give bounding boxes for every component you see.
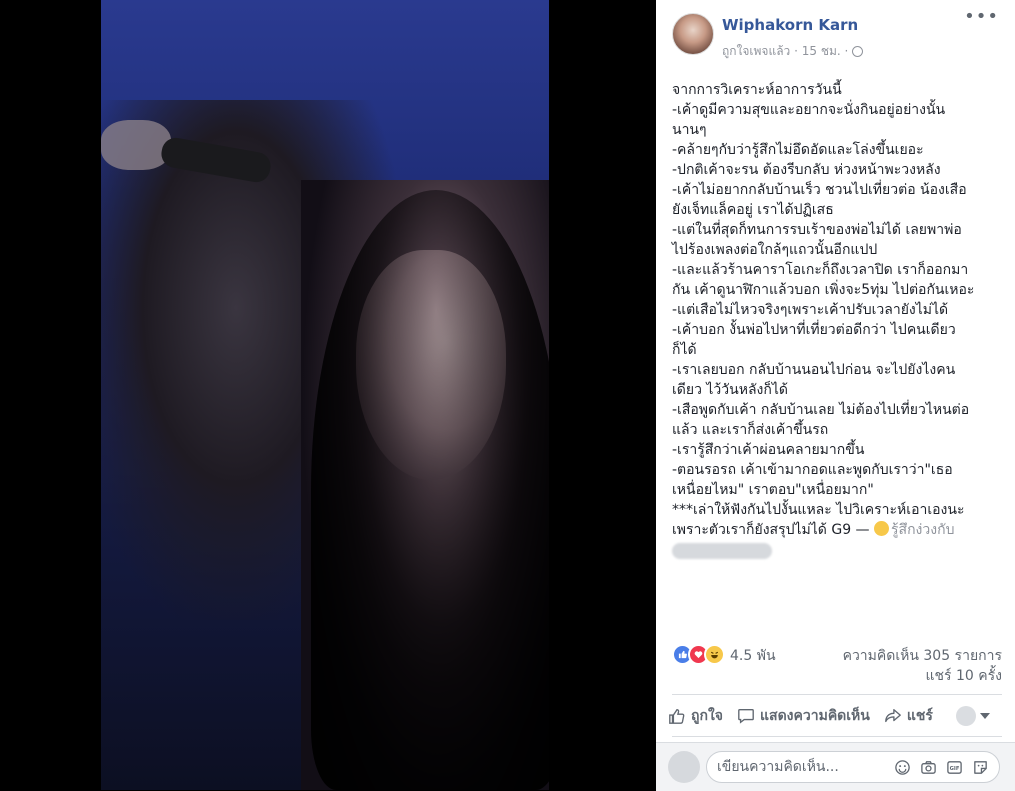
haha-reaction-icon: [704, 644, 725, 665]
comment-tools: GIF: [894, 759, 989, 776]
post-photo[interactable]: [101, 0, 549, 790]
comment-composer: เขียนความคิดเห็น... GIF: [656, 742, 1015, 791]
comment-placeholder: เขียนความคิดเห็น...: [717, 759, 839, 775]
author-avatar[interactable]: [672, 13, 714, 55]
reaction-profile-selector[interactable]: [956, 706, 990, 726]
share-count[interactable]: แชร์ 10 ครั้ง: [926, 665, 1002, 687]
photo-hair: [311, 190, 549, 790]
post-text-line: -เสือพูดกับเค้า กลับบ้านเลย ไม่ต้องไปเที…: [672, 402, 970, 418]
post-text-line: ยังเจ็ทแล็คอยู่ เราได้ปฏิเสธ: [672, 202, 834, 218]
post-text-line: กัน เค้าดูนาฬิกาแล้วบอก เพิ่งจะ5ทุ่ม ไปต…: [672, 282, 975, 298]
post-text-line: -เราเลยบอก กลับบ้านนอนไปก่อน จะไปยังไงคน: [672, 362, 956, 378]
post-text-line: จากการวิเคราะห์อาการวันนี้: [672, 82, 842, 98]
photo-viewer: [0, 0, 655, 790]
thumb-up-icon: [669, 709, 685, 724]
post-text-line: -แต่เสือไม่ไหวจริงๆเพราะเค้าปรับเวลายังไ…: [672, 302, 949, 318]
comment-count[interactable]: ความคิดเห็น 305 รายการ: [843, 645, 1002, 667]
post-text-line: -คล้ายๆกับว่ารู้สึกไม่อึดอัดและโล่งขึ้นเ…: [672, 142, 924, 158]
chevron-down-icon: [980, 713, 990, 719]
comment-button[interactable]: แสดงความคิดเห็น: [737, 705, 870, 727]
share-button[interactable]: แชร์: [884, 705, 933, 727]
svg-text:GIF: GIF: [950, 765, 960, 771]
post-last-line-text: เพราะตัวเราก็ยังสรุปไม่ได้ G9 —: [672, 522, 870, 538]
post-text-line: -เค้าบอก งั้นพ่อไปหาที่เที่ยวต่อดีกว่า ไ…: [672, 322, 956, 338]
post-text-line: -ตอนรอรถ เค้าเข้ามากอดและพูดกับเราว่า"เธ…: [672, 462, 953, 478]
reaction-count[interactable]: 4.5 พัน: [730, 645, 776, 667]
commenter-avatar: [668, 751, 700, 783]
gif-icon[interactable]: GIF: [946, 759, 963, 776]
post-text-line: ก็ได้: [672, 342, 697, 358]
emoji-icon[interactable]: [894, 759, 911, 776]
feeling-text: รู้สึกง่วงกับ: [891, 522, 955, 538]
post-text-line: -ปกติเค้าจะรน ต้องรีบกลับ ห่วงหน้าพะวงหล…: [672, 162, 941, 178]
post-text-line: -และแล้วร้านคาราโอเกะก็ถึงเวลาปิด เราก็อ…: [672, 262, 969, 278]
sticker-icon[interactable]: [972, 759, 989, 776]
comment-input[interactable]: เขียนความคิดเห็น... GIF: [706, 751, 1000, 783]
post-meta-text[interactable]: ถูกใจเพจแล้ว · 15 ชม. ·: [722, 42, 848, 61]
more-options-button[interactable]: •••: [964, 8, 999, 26]
photo-hand: [101, 120, 171, 170]
post-text-last-line: เพราะตัวเราก็ยังสรุปไม่ได้ G9 — รู้สึกง่…: [672, 520, 1002, 540]
post-side-panel: Wiphakorn Karn ถูกใจเพจแล้ว · 15 ชม. · •…: [656, 0, 1015, 791]
reaction-icons[interactable]: [672, 644, 725, 665]
globe-icon: [852, 46, 864, 57]
post-text-line: -เค้าไม่อยากกลับบ้านเร็ว ชวนไปเที่ยวต่อ …: [672, 182, 967, 198]
post-text-line: -เค้าดูมีความสุขและอยากจะนั่งกินอยู่อย่า…: [672, 102, 946, 118]
divider-top: [672, 694, 1002, 695]
post-text-line: เหนื่อยไหม" เราตอบ"เหนื่อยมาก": [672, 482, 874, 498]
like-button[interactable]: ถูกใจ: [668, 705, 723, 727]
post-text-lines: จากการวิเคราะห์อาการวันนี้ -เค้าดูมีความส…: [672, 80, 1002, 520]
post-text-line: ***เล่าให้ฟังกันไปงั้นแหละ ไปวิเคราะห์เอ…: [672, 502, 965, 518]
post-header: Wiphakorn Karn ถูกใจเพจแล้ว · 15 ชม. ·: [672, 13, 1002, 58]
post-text-line: เดียว ไว้วันหลังก็ได้: [672, 382, 788, 398]
post-text-line: -เรารู้สึกว่าเค้าผ่อนคลายมากขึ้น: [672, 442, 865, 458]
share-label: แชร์: [906, 708, 933, 724]
selector-avatar: [956, 706, 976, 726]
author-name[interactable]: Wiphakorn Karn: [722, 16, 858, 34]
post-text: จากการวิเคราะห์อาการวันนี้ -เค้าดูมีความส…: [672, 80, 1002, 559]
like-label: ถูกใจ: [691, 708, 723, 724]
comment-icon: [738, 709, 754, 724]
post-text-line: นานๆ: [672, 122, 707, 138]
post-text-line: แล้ว และเราก็ส่งเค้าขึ้นรถ: [672, 422, 829, 438]
sleepy-emoji-icon: [874, 521, 890, 536]
reactions-bar: 4.5 พัน ความคิดเห็น 305 รายการ แชร์ 10 ค…: [672, 643, 1002, 687]
camera-icon[interactable]: [920, 759, 937, 776]
post-meta: ถูกใจเพจแล้ว · 15 ชม. ·: [722, 42, 864, 61]
blurred-tagged-name[interactable]: [672, 543, 772, 559]
comment-label: แสดงความคิดเห็น: [760, 708, 870, 724]
divider-bottom: [672, 736, 1002, 737]
post-text-line: ไปร้องเพลงต่อใกล้ๆแถวนั้นอีกแปป: [672, 242, 878, 258]
post-text-line: -แต่ในที่สุดก็ทนการรบเร้าของพ่อไม่ได้ เล…: [672, 222, 962, 238]
post-actions: ถูกใจ แสดงความคิดเห็น แชร์: [668, 703, 1002, 729]
share-icon: [884, 709, 901, 723]
feeling-tag[interactable]: รู้สึกง่วงกับ: [874, 521, 955, 538]
